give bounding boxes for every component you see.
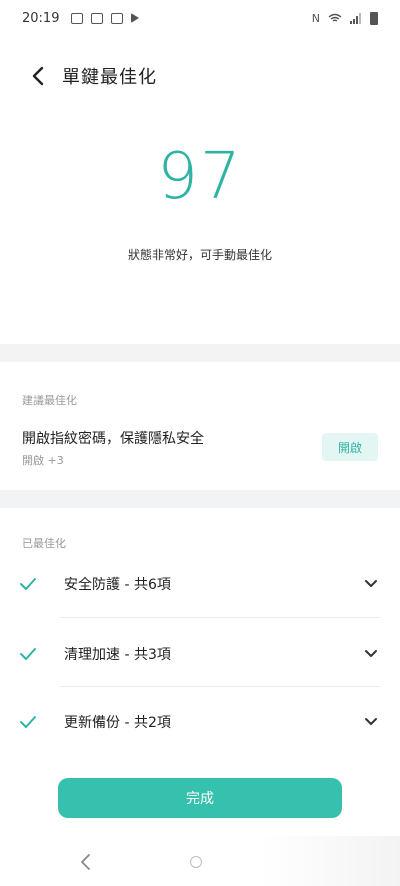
optimized-item-security[interactable]: 安全防護 - 共6項 [0, 552, 400, 616]
item-separator [60, 617, 380, 618]
chevron-down-icon [365, 718, 377, 725]
done-button[interactable]: 完成 [58, 778, 342, 818]
section-divider [0, 344, 400, 362]
optimized-item-cleanup[interactable]: 清理加速 - 共3項 [0, 622, 400, 686]
watermark-area [260, 836, 400, 886]
score-description: 狀態非常好，可手動最佳化 [127, 248, 272, 262]
system-icons: N [311, 11, 378, 25]
signal-icon [350, 12, 361, 24]
back-arrow-icon [32, 66, 44, 86]
enable-button[interactable]: 開啟 [322, 433, 378, 461]
nfc-indicator: N [311, 11, 320, 25]
navigation-bar [0, 836, 400, 886]
header: 單鍵最佳化 [0, 56, 400, 96]
chevron-down-icon [365, 650, 377, 657]
battery-icon [370, 11, 378, 25]
image-icon [91, 12, 104, 24]
section-divider [0, 490, 400, 508]
message-icon [111, 12, 124, 24]
optimized-item-label: 清理加速 - 共3項 [64, 647, 171, 663]
notification-icons [71, 12, 140, 24]
status-bar: 20:19 N [0, 0, 400, 36]
mail-icon [71, 12, 84, 24]
status-time: 20:19 [22, 10, 60, 26]
check-icon [20, 716, 36, 728]
optimized-item-label: 更新備份 - 共2項 [64, 715, 171, 731]
optimized-section-label: 已最佳化 [22, 537, 66, 550]
check-icon [20, 648, 36, 660]
page-title: 單鍵最佳化 [62, 67, 157, 88]
suggest-section-label: 建議最佳化 [22, 394, 77, 407]
wifi-icon [328, 13, 342, 22]
optimized-item-label: 安全防護 - 共6項 [64, 577, 171, 593]
back-button[interactable] [18, 56, 58, 96]
chevron-down-icon [365, 580, 377, 587]
item-separator [60, 686, 380, 687]
check-icon [20, 578, 36, 590]
suggest-item: 開啟指紋密碼，保護隱私安全 開啟 +3 開啟 [22, 428, 378, 468]
play-icon [131, 13, 140, 23]
nav-home-icon[interactable] [190, 856, 202, 868]
score-value: 97 [157, 140, 243, 214]
nav-back-icon[interactable] [76, 852, 96, 872]
optimized-item-backup[interactable]: 更新備份 - 共2項 [0, 690, 400, 754]
